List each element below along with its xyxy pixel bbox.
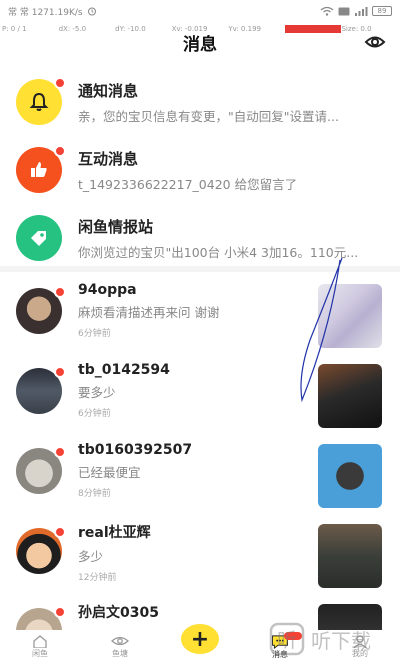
tab-home[interactable]: 闲鱼 (0, 630, 80, 660)
unread-dot (54, 446, 66, 458)
tab-pond[interactable]: 鱼塘 (80, 630, 160, 660)
chat-name: tb0160392507 (78, 442, 193, 458)
system-item-notification[interactable]: 通知消息 亲，您的宝贝信息有变更，"自动回复"设置请... (0, 68, 400, 136)
watermark: 听 听下载 (240, 618, 400, 660)
avatar (16, 366, 66, 414)
avatar (16, 446, 66, 494)
interaction-avatar (16, 145, 66, 193)
item-thumbnail[interactable] (318, 524, 382, 588)
chat-item[interactable]: tb0160392507 已经最便宜 8分钟前 (0, 432, 400, 512)
chat-time: 8分钟前 (78, 489, 111, 499)
home-icon (33, 635, 47, 648)
chat-message: 麻烦看清描述再来问 谢谢 (78, 305, 220, 320)
chat-time: 6分钟前 (78, 329, 111, 339)
tab-publish[interactable]: + (160, 624, 240, 654)
system-item-title: 闲鱼情报站 (78, 217, 154, 236)
eye-icon (111, 636, 129, 646)
unread-dot (54, 145, 66, 157)
intel-avatar (16, 215, 62, 261)
tab-label: 闲鱼 (32, 649, 48, 658)
item-thumbnail[interactable] (318, 444, 382, 508)
unread-dot (54, 366, 66, 378)
avatar (16, 526, 66, 574)
status-bar: 常 常 1271.19K/s 89 (0, 0, 400, 22)
system-item-subtitle: 亲，您的宝贝信息有变更，"自动回复"设置请... (78, 108, 339, 124)
system-messages: 通知消息 亲，您的宝贝信息有变更，"自动回复"设置请... 互动消息 t_149… (0, 68, 400, 272)
battery-level: 89 (377, 7, 387, 15)
system-item-title: 互动消息 (78, 149, 139, 168)
status-text: 常 常 1271.19K/s (8, 7, 83, 18)
thumbs-up-icon (31, 162, 47, 177)
battery-icon: 89 (372, 6, 392, 16)
bell-icon (29, 92, 49, 111)
gesture-trace (300, 257, 343, 403)
hd-icon (338, 7, 350, 15)
chat-message: 要多少 (78, 385, 116, 400)
wifi-icon (320, 6, 334, 16)
tag-icon (31, 231, 46, 246)
svg-text:听: 听 (277, 628, 297, 652)
notification-avatar (16, 77, 66, 125)
signal-icon (355, 7, 368, 16)
chat-name: 94oppa (78, 282, 137, 298)
watermark-text: 听下载 (311, 628, 371, 653)
alarm-icon (87, 7, 96, 16)
system-item-title: 通知消息 (78, 81, 139, 100)
page-title: 消息 (183, 34, 217, 55)
system-item-interaction[interactable]: 互动消息 t_1492336622217_0420 给您留言了 (0, 136, 400, 204)
header: 消息 (0, 28, 400, 56)
unread-dot (54, 526, 66, 538)
tab-label: 鱼塘 (112, 649, 128, 658)
eye-icon[interactable] (364, 31, 386, 53)
unread-dot (54, 606, 66, 618)
chat-message: 多少 (78, 549, 104, 564)
chat-item[interactable]: real杜亚辉 多少 12分钟前 (0, 512, 400, 592)
plus-icon: + (181, 624, 219, 654)
chat-message: 已经最便宜 (78, 465, 141, 480)
system-item-subtitle: t_1492336622217_0420 给您留言了 (78, 176, 298, 192)
avatar (16, 286, 66, 334)
chat-time: 12分钟前 (78, 573, 117, 583)
unread-dot (54, 286, 66, 298)
unread-dot (54, 77, 66, 89)
chat-name: tb_0142594 (78, 362, 170, 378)
chat-time: 6分钟前 (78, 409, 111, 419)
watermark-logo-icon: 听 (269, 622, 305, 656)
chat-name: real杜亚辉 (78, 525, 151, 541)
